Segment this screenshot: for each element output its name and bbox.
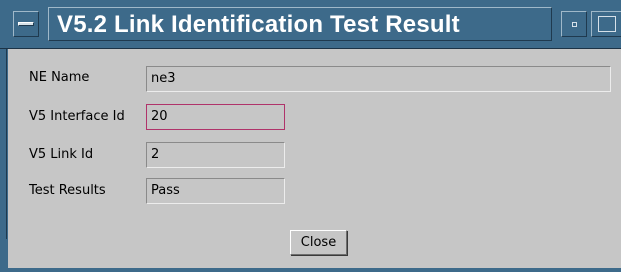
test-results-field[interactable]: Pass — [146, 178, 285, 204]
title-bar[interactable]: V5.2 Link Identification Test Result — [0, 0, 621, 49]
v5-link-id-label: V5 Link Id — [29, 147, 94, 162]
close-button[interactable]: Close — [290, 230, 347, 255]
minimize-button[interactable] — [561, 11, 587, 37]
ne-name-field[interactable]: ne3 — [146, 66, 611, 92]
window-left-border — [0, 49, 8, 272]
dialog-window: V5.2 Link Identification Test Result NE … — [0, 0, 621, 272]
maximize-icon — [598, 16, 616, 32]
ne-name-label: NE Name — [29, 70, 90, 85]
test-results-label: Test Results — [29, 183, 106, 198]
window-title: V5.2 Link Identification Test Result — [48, 7, 552, 41]
minimize-icon — [572, 22, 577, 27]
maximize-button[interactable] — [591, 11, 621, 37]
v5-interface-id-label: V5 Interface Id — [29, 109, 125, 124]
window-menu-button[interactable] — [13, 11, 39, 37]
window-menu-icon — [18, 22, 34, 26]
v5-link-id-field[interactable]: 2 — [146, 142, 285, 168]
v5-interface-id-field[interactable]: 20 — [146, 104, 285, 130]
window-bottom-border — [0, 268, 621, 272]
